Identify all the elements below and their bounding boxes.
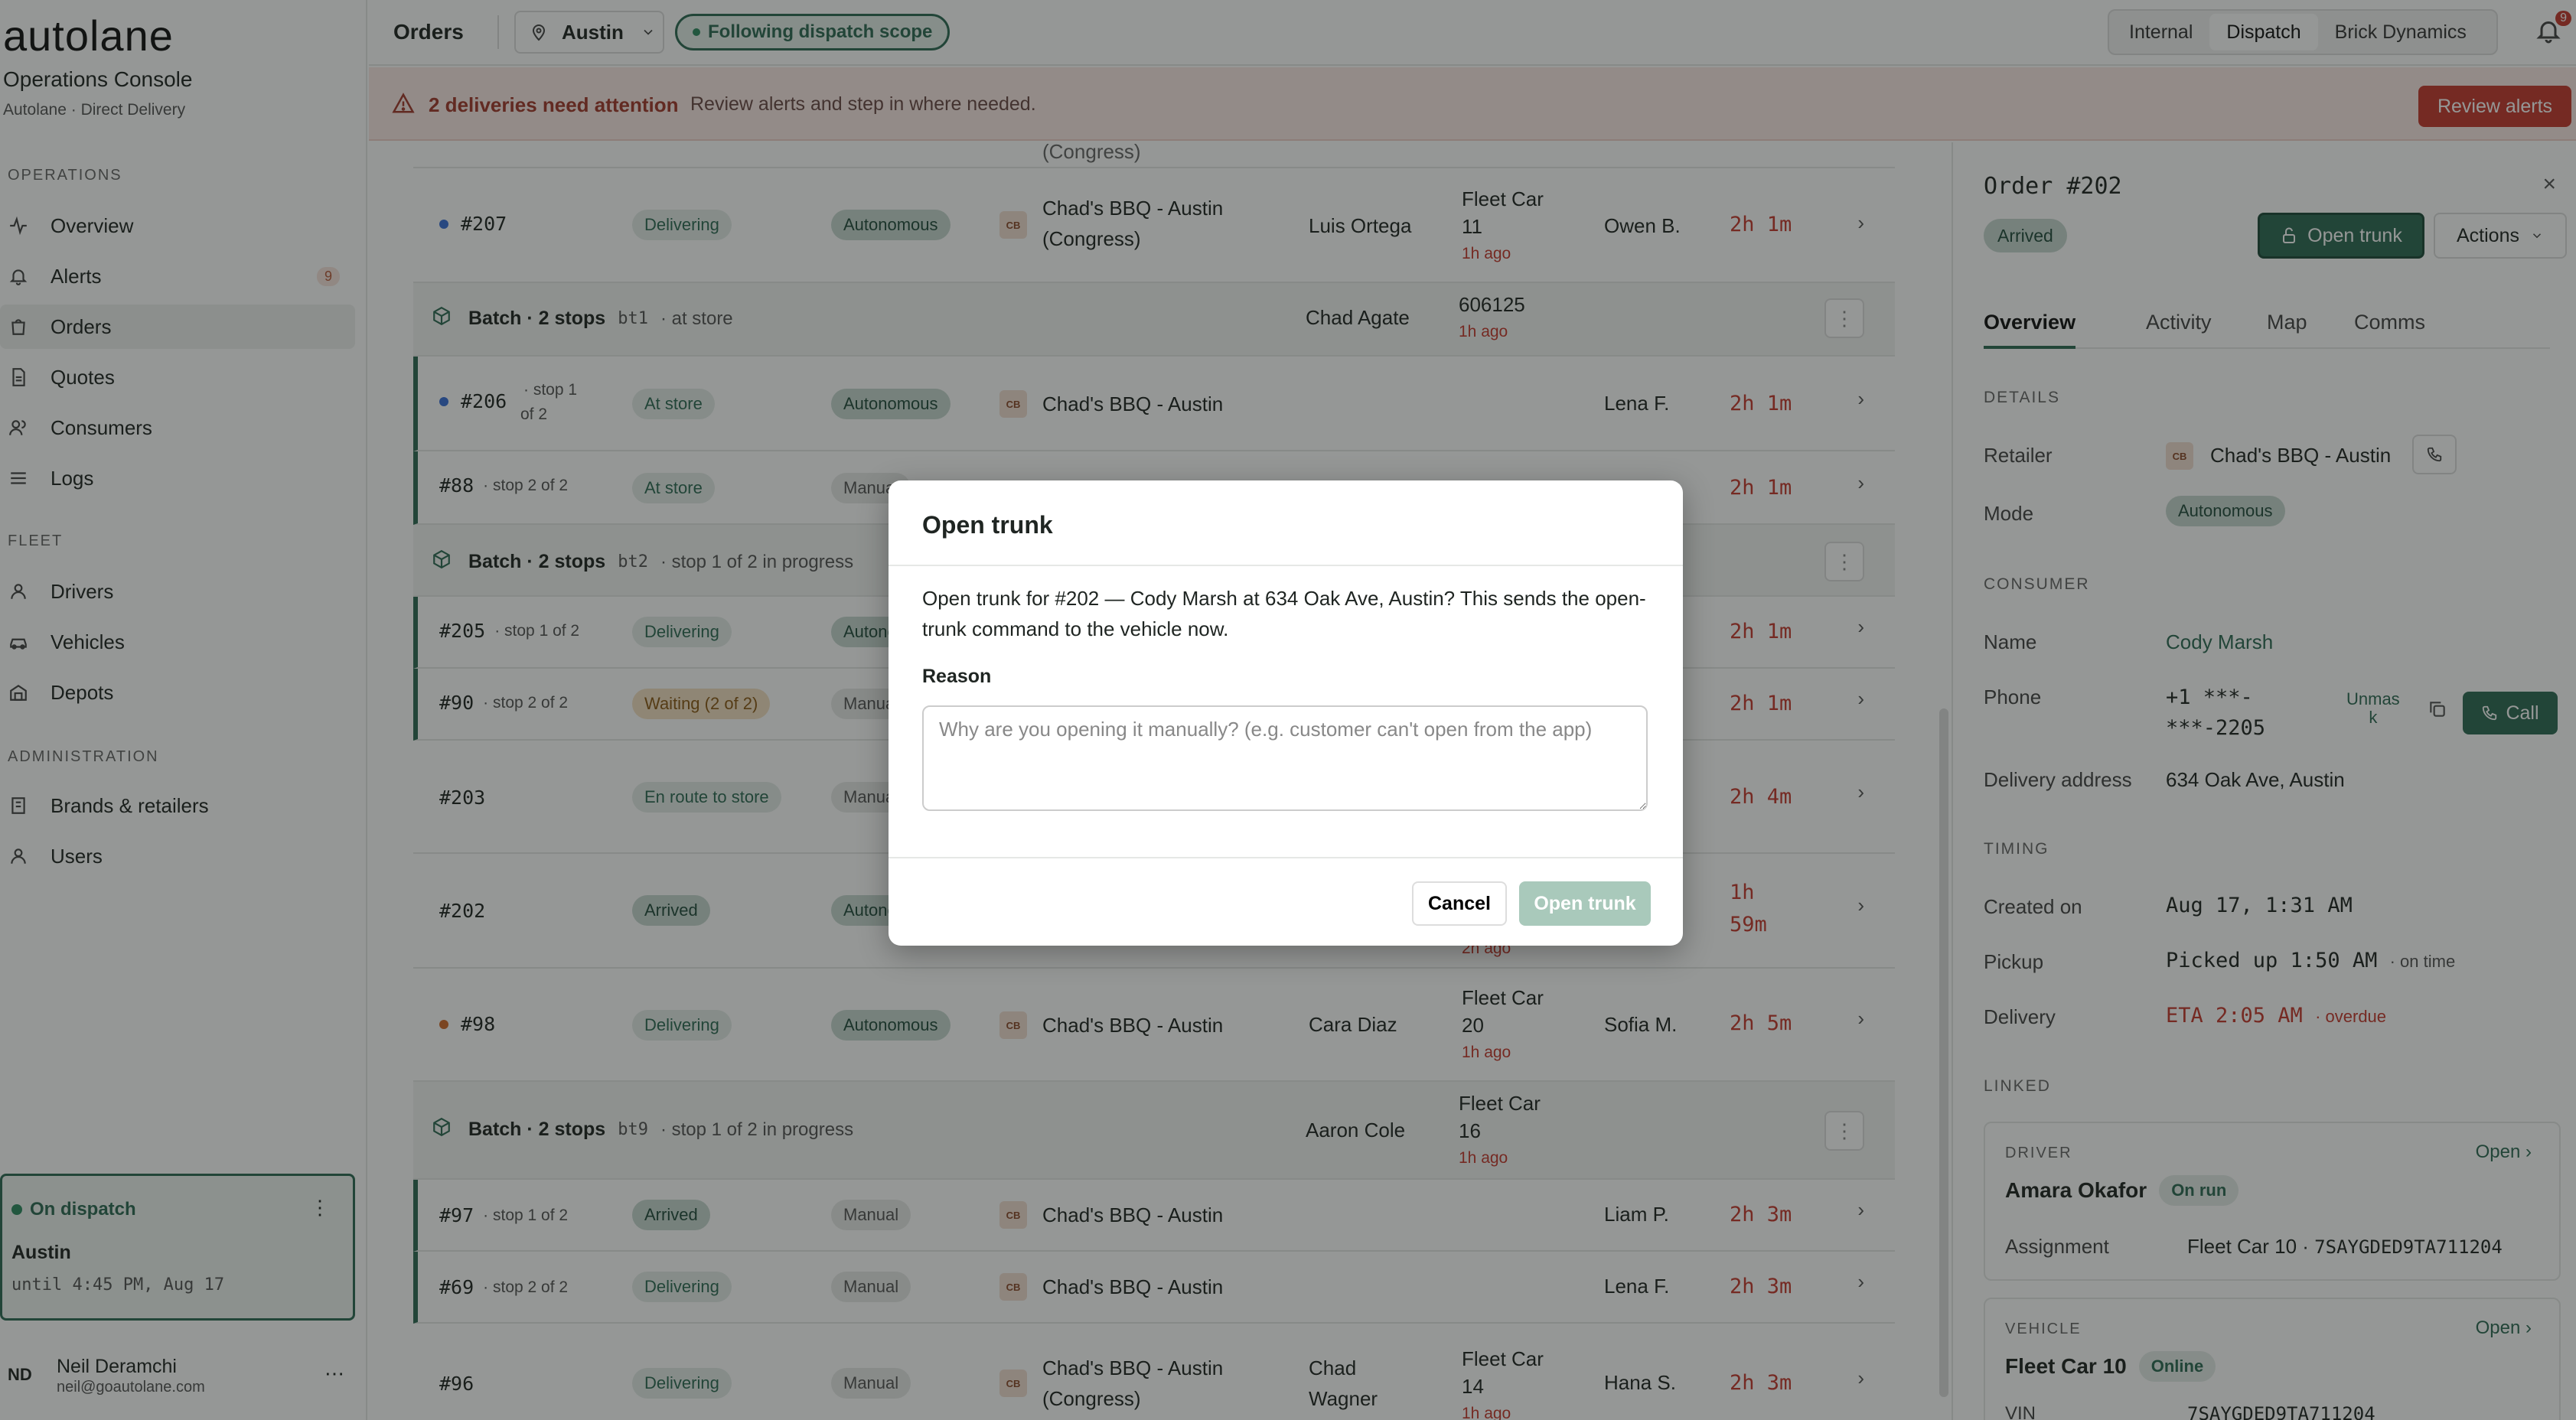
open-trunk-dialog: Open trunk Open trunk for #202 — Cody Ma… [889, 480, 1683, 946]
reason-label: Reason [922, 666, 992, 687]
dialog-message: Open trunk for #202 — Cody Marsh at 634 … [922, 587, 1646, 640]
dialog-title: Open trunk [922, 511, 1053, 539]
divider [889, 857, 1683, 858]
reason-input[interactable] [922, 705, 1648, 811]
confirm-open-trunk-button[interactable]: Open trunk [1519, 881, 1651, 926]
cancel-button[interactable]: Cancel [1412, 881, 1507, 926]
divider [889, 565, 1683, 566]
